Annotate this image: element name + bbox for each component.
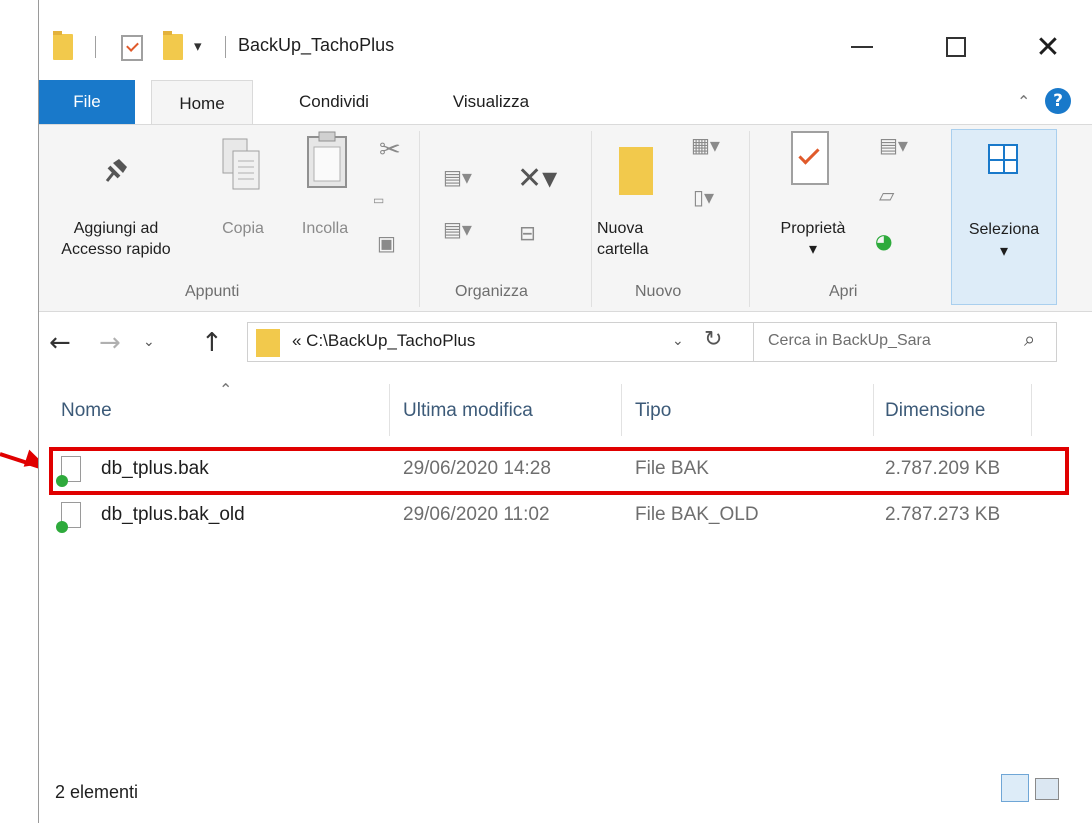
column-headers: ⌃ Nome Ultima modifica Tipo Dimensione: [39, 380, 1092, 440]
navigation-bar: ← → ⌄ ↑ « C:\BackUp_TachoPlus ⌄ ↻ Cerca …: [39, 322, 1092, 364]
copy-to-icon[interactable]: ▤▾: [443, 217, 472, 241]
new-item-icon[interactable]: ▦▾: [691, 133, 720, 157]
divider: [749, 131, 750, 307]
move-to-icon[interactable]: ▤▾: [443, 165, 472, 189]
folder-icon: [256, 329, 280, 357]
title-bar: ▾ BackUp_TachoPlus ✕: [39, 0, 1092, 76]
paste-button[interactable]: Incolla: [287, 218, 363, 239]
properties-label: Proprietà: [780, 220, 846, 237]
tab-view[interactable]: Visualizza: [421, 80, 561, 124]
select-dropdown-icon: ▾: [999, 243, 1009, 260]
status-item-count: 2 elementi: [55, 782, 139, 802]
divider: [95, 36, 96, 58]
search-input[interactable]: Cerca in BackUp_Sara: [768, 332, 931, 350]
edit-icon[interactable]: ▱: [879, 183, 894, 207]
divider[interactable]: [873, 384, 874, 436]
copy-button[interactable]: Copia: [213, 218, 273, 239]
ribbon-tabs: File Home Condividi Visualizza ⌃ ?: [39, 80, 1092, 126]
column-size[interactable]: Dimensione: [885, 400, 985, 422]
search-box[interactable]: Cerca in BackUp_Sara ⌕: [753, 322, 1057, 362]
window-title: BackUp_TachoPlus: [238, 35, 395, 55]
paste-icon: [307, 131, 347, 188]
column-modified[interactable]: Ultima modifica: [403, 400, 533, 422]
history-icon[interactable]: ◕: [875, 229, 892, 253]
file-size: 2.787.273 KB: [885, 504, 1001, 525]
group-organize-label: Organizza: [455, 283, 528, 300]
divider: [591, 131, 592, 307]
divider: [225, 36, 226, 58]
divider[interactable]: [1031, 384, 1032, 436]
address-bar[interactable]: « C:\BackUp_TachoPlus ⌄ ↻: [247, 322, 765, 362]
divider[interactable]: [389, 384, 390, 436]
tab-file[interactable]: File: [39, 80, 135, 124]
search-icon[interactable]: ⌕: [1024, 327, 1035, 351]
paste-shortcut-icon[interactable]: ▣: [377, 231, 396, 255]
pin-label-line1: Aggiungi ad: [73, 220, 159, 237]
details-view-icon[interactable]: [1001, 774, 1029, 802]
help-icon[interactable]: ?: [1045, 88, 1071, 114]
divider: [419, 131, 420, 307]
maximize-icon: [946, 37, 966, 57]
table-row[interactable]: db_tplus.bak_old 29/06/2020 11:02 File B…: [51, 498, 1031, 534]
new-folder-label-line2: cartella: [597, 241, 649, 258]
back-arrow-icon[interactable]: ←: [49, 328, 71, 358]
forward-arrow-icon[interactable]: →: [99, 328, 121, 358]
column-type[interactable]: Tipo: [635, 400, 671, 422]
group-new-label: Nuovo: [635, 283, 682, 300]
minimize-button[interactable]: [839, 24, 885, 70]
properties-button[interactable]: Proprietà ▾: [763, 218, 863, 260]
new-folder-quick-icon[interactable]: [163, 31, 183, 60]
pin-label-line2: Accesso rapido: [61, 241, 171, 258]
collapse-ribbon-icon[interactable]: ⌃: [1017, 92, 1030, 111]
up-arrow-icon[interactable]: ↑: [201, 328, 223, 358]
file-type: File BAK_OLD: [635, 504, 759, 525]
properties-dropdown-icon: ▾: [808, 241, 818, 258]
address-path[interactable]: « C:\BackUp_TachoPlus: [292, 331, 475, 351]
tab-share[interactable]: Condividi: [269, 80, 399, 124]
delete-icon[interactable]: ✕▾: [517, 161, 557, 196]
refresh-icon[interactable]: ↻: [704, 327, 722, 352]
pin-icon: [105, 159, 127, 182]
close-button[interactable]: ✕: [1025, 24, 1071, 70]
new-folder-icon: [619, 147, 653, 195]
minimize-icon: [851, 46, 873, 48]
file-modified: 29/06/2020 11:02: [403, 504, 550, 525]
copy-icon: [222, 138, 260, 190]
group-clipboard-label: Appunti: [185, 283, 240, 300]
ribbon: Aggiungi ad Accesso rapido Copia Incolla…: [39, 124, 1092, 312]
rename-icon[interactable]: ⊟: [519, 221, 536, 245]
folder-icon: [53, 31, 73, 60]
address-dropdown-icon[interactable]: ⌄: [672, 333, 684, 349]
new-folder-label-line1: Nuova: [597, 220, 644, 237]
group-open-label: Apri: [829, 283, 858, 300]
cut-icon[interactable]: ✂: [379, 135, 401, 165]
column-name[interactable]: Nome: [61, 400, 112, 422]
select-icon: [988, 144, 1018, 174]
file-explorer-window: ▾ BackUp_TachoPlus ✕ File Home Condividi…: [38, 0, 1092, 823]
large-icons-view-icon[interactable]: [1035, 778, 1059, 800]
file-name: db_tplus.bak_old: [101, 504, 245, 525]
file-icon: [56, 502, 81, 533]
easy-access-icon[interactable]: ▯▾: [693, 185, 714, 209]
open-icon[interactable]: ▤▾: [879, 133, 908, 157]
new-folder-button[interactable]: Nuova cartella: [597, 218, 677, 260]
sort-indicator-icon: ⌃: [219, 380, 233, 399]
customize-quick-access-icon[interactable]: ▾: [194, 37, 202, 55]
copy-path-icon[interactable]: ▭: [373, 193, 384, 207]
properties-quick-icon[interactable]: [121, 35, 143, 61]
properties-icon: [791, 131, 829, 185]
select-label: Seleziona: [968, 221, 1040, 238]
recent-locations-icon[interactable]: ⌄: [143, 334, 155, 350]
highlight-annotation-box: [49, 447, 1069, 495]
maximize-button[interactable]: [933, 24, 979, 70]
select-button[interactable]: Seleziona ▾: [951, 129, 1057, 305]
pin-to-quick-access-button[interactable]: Aggiungi ad Accesso rapido: [41, 218, 191, 260]
divider[interactable]: [621, 384, 622, 436]
tab-home[interactable]: Home: [151, 80, 253, 126]
